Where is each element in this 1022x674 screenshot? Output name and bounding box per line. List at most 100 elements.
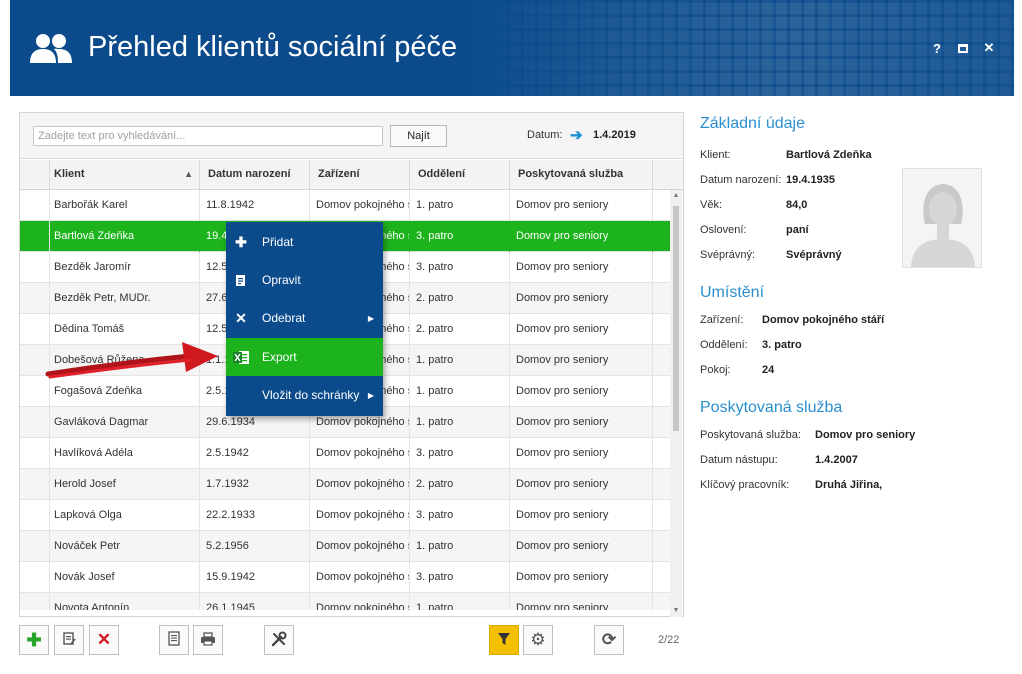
date-value[interactable]: 1.4.2019 xyxy=(593,129,636,141)
client-photo-placeholder xyxy=(902,168,982,268)
section-title-placement: Umístění xyxy=(700,284,765,301)
cell-klient: Bartlová Zdeňka xyxy=(50,220,200,252)
cell-datum-narozeni: 11.8.1942 xyxy=(200,190,310,221)
menu-item-pridat[interactable]: ✚ Přidat xyxy=(226,223,383,261)
refresh-button[interactable]: ⟳ xyxy=(594,625,624,655)
row-indicator xyxy=(20,592,50,610)
cell-klient: Lapková Olga xyxy=(50,499,200,531)
cell-sluzba: Domov pro seniory xyxy=(510,220,653,252)
table-row[interactable]: Havlíková Adéla2.5.1942Domov pokojného s… xyxy=(20,437,670,469)
plus-icon: ✚ xyxy=(235,233,247,250)
help-button[interactable]: ? xyxy=(930,40,944,56)
cell-zarizeni: Domov pokojného stáří xyxy=(310,468,410,500)
menu-item-vlozit-do-schranky[interactable]: Vložit do schránky ▶ xyxy=(226,376,383,414)
cell-datum-narozeni: 22.2.1933 xyxy=(200,499,310,531)
table-row[interactable]: Barbořák Karel11.8.1942Domov pokojného s… xyxy=(20,190,670,221)
filter-icon xyxy=(497,632,511,649)
detail-value-datum: 19.4.1935 xyxy=(786,174,835,186)
gear-icon: ⚙ xyxy=(530,630,546,649)
cell-oddeleni: 3. patro xyxy=(410,499,510,531)
find-button[interactable]: Najít xyxy=(390,125,447,147)
arrow-right-icon[interactable]: ➔ xyxy=(570,126,583,144)
detail-value-osloveni: paní xyxy=(786,224,809,236)
detail-row-sluzba: Poskytovaná služba: Domov pro seniory xyxy=(700,429,916,441)
print-button[interactable] xyxy=(193,625,223,655)
detail-row-pokoj: Pokoj: 24 xyxy=(700,364,775,376)
close-button[interactable]: ✕ xyxy=(982,40,996,56)
cell-sluzba: Domov pro seniory xyxy=(510,251,653,283)
cell-oddeleni: 1. patro xyxy=(410,406,510,438)
column-header-sluzba[interactable]: Poskytovaná služba xyxy=(510,160,653,190)
cell-oddeleni: 1. patro xyxy=(410,530,510,562)
context-menu: ✚ Přidat Opravit ✕ Odebrat ▶ Export Vlož… xyxy=(226,222,383,416)
cell-sluzba: Domov pro seniory xyxy=(510,406,653,438)
scroll-down-icon[interactable]: ▼ xyxy=(670,605,682,617)
search-input[interactable] xyxy=(33,126,383,146)
edit-button[interactable] xyxy=(54,625,84,655)
cell-klient: Herold Josef xyxy=(50,468,200,500)
add-button[interactable]: ✚ xyxy=(19,625,49,655)
scroll-up-icon[interactable]: ▲ xyxy=(670,190,682,202)
cell-sluzba: Domov pro seniory xyxy=(510,561,653,593)
table-row[interactable]: Nováček Petr5.2.1956Domov pokojného stář… xyxy=(20,530,670,562)
menu-item-odebrat[interactable]: ✕ Odebrat ▶ xyxy=(226,299,383,337)
column-header-label: Klient xyxy=(54,168,85,180)
cell-zarizeni: Domov pokojného stáří xyxy=(310,190,410,221)
cell-klient: Novota Antonín xyxy=(50,592,200,610)
detail-row-nastup: Datum nástupu: 1.4.2007 xyxy=(700,454,858,466)
window-controls: ? ✕ xyxy=(930,40,996,56)
cell-sluzba: Domov pro seniory xyxy=(510,468,653,500)
cell-sluzba: Domov pro seniory xyxy=(510,592,653,610)
detail-value-nastup: 1.4.2007 xyxy=(815,454,858,466)
table-row[interactable]: Novota Antonín26.1.1945Domov pokojného s… xyxy=(20,592,670,610)
cell-zarizeni: Domov pokojného stáří xyxy=(310,530,410,562)
settings-button[interactable]: ⚙ xyxy=(523,625,553,655)
vertical-scrollbar[interactable]: ▲ ▼ xyxy=(670,190,682,617)
column-header-zarizeni[interactable]: Zařízení xyxy=(310,160,410,190)
filter-button[interactable] xyxy=(489,625,519,655)
column-header-datum[interactable]: Datum narození xyxy=(200,160,310,190)
sort-asc-icon: ▲ xyxy=(184,169,193,179)
menu-item-opravit[interactable]: Opravit xyxy=(226,261,383,299)
cell-sluzba: Domov pro seniory xyxy=(510,437,653,469)
cell-klient: Novák Josef xyxy=(50,561,200,593)
tools-button[interactable] xyxy=(264,625,294,655)
row-indicator-header xyxy=(20,160,50,190)
row-indicator xyxy=(20,220,50,252)
delete-button[interactable]: ✕ xyxy=(89,625,119,655)
column-header-klient[interactable]: Klient ▲ xyxy=(50,160,200,190)
cell-klient: Bezděk Petr, MUDr. xyxy=(50,282,200,314)
table-row[interactable]: Lapková Olga22.2.1933Domov pokojného stá… xyxy=(20,499,670,531)
maximize-button[interactable] xyxy=(956,40,970,56)
menu-item-label: Přidat xyxy=(262,235,294,249)
cell-datum-narozeni: 26.1.1945 xyxy=(200,592,310,610)
cell-zarizeni: Domov pokojného stáří xyxy=(310,561,410,593)
cell-zarizeni: Domov pokojného stáří xyxy=(310,592,410,610)
red-arrow-annotation xyxy=(45,342,218,379)
cell-datum-narozeni: 1.7.1932 xyxy=(200,468,310,500)
column-header-oddeleni[interactable]: Oddělení xyxy=(410,160,510,190)
cell-oddeleni: 1. patro xyxy=(410,375,510,407)
cell-datum-narozeni: 5.2.1956 xyxy=(200,530,310,562)
plus-icon: ✚ xyxy=(26,629,42,650)
detail-value-sluzba: Domov pro seniory xyxy=(815,429,916,441)
search-toolbar: Najít Datum: ➔ 1.4.2019 xyxy=(20,113,683,159)
row-indicator xyxy=(20,406,50,438)
cell-sluzba: Domov pro seniory xyxy=(510,282,653,314)
x-icon: ✕ xyxy=(235,309,247,326)
scroll-thumb[interactable] xyxy=(673,206,679,431)
menu-item-label: Opravit xyxy=(262,273,301,287)
table-row[interactable]: Novák Josef15.9.1942Domov pokojného stář… xyxy=(20,561,670,593)
cell-oddeleni: 2. patro xyxy=(410,282,510,314)
cell-klient: Bezděk Jaromír xyxy=(50,251,200,283)
detail-value-vek: 84,0 xyxy=(786,199,808,211)
excel-icon xyxy=(226,350,256,365)
table-row[interactable]: Herold Josef1.7.1932Domov pokojného stář… xyxy=(20,468,670,500)
menu-item-export[interactable]: Export xyxy=(226,338,383,376)
cell-datum-narozeni: 2.5.1942 xyxy=(200,437,310,469)
report-button[interactable] xyxy=(159,625,189,655)
cell-zarizeni: Domov pokojného stáří xyxy=(310,437,410,469)
submenu-arrow-icon: ▶ xyxy=(367,313,374,323)
row-indicator xyxy=(20,468,50,500)
detail-value-klient: Bartlová Zdeňka xyxy=(786,149,872,161)
